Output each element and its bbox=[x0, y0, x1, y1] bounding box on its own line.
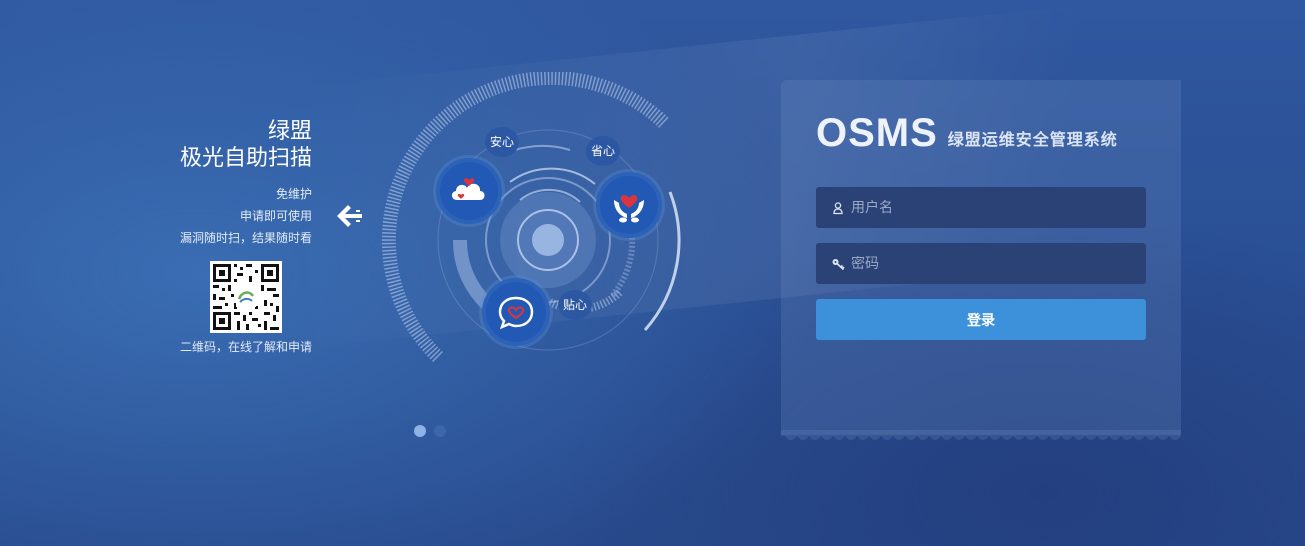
carousel-indicators bbox=[414, 425, 454, 439]
tag-anxin: 安心 bbox=[485, 127, 519, 157]
chat-heart-icon bbox=[498, 296, 534, 330]
user-icon bbox=[833, 201, 843, 214]
login-button[interactable]: 登录 bbox=[816, 299, 1146, 340]
qr-code bbox=[210, 261, 282, 333]
brand-subtitle: 绿盟运维安全管理系统 bbox=[947, 130, 1118, 149]
password-input[interactable] bbox=[851, 255, 1146, 272]
cloud-heart-badge bbox=[436, 158, 502, 224]
hands-heart-badge bbox=[596, 172, 662, 238]
chat-heart-badge bbox=[482, 278, 550, 346]
carousel-dot[interactable] bbox=[434, 425, 446, 437]
brand-header: OSMS 绿盟运维安全管理系统 bbox=[816, 110, 1118, 156]
promo-title-line2: 极光自助扫描 bbox=[179, 146, 312, 171]
cloud-heart-icon bbox=[451, 178, 485, 200]
hands-heart-icon bbox=[614, 195, 644, 223]
feature-item: 申请即可使用 bbox=[239, 209, 312, 223]
promo-features: 免维护 申请即可使用 漏洞随时扫，结果随时看 bbox=[140, 183, 312, 249]
promo-panel: 绿盟 极光自助扫描 免维护 申请即可使用 漏洞随时扫，结果随时看 二维码，在线了… bbox=[140, 118, 312, 355]
tag-tiexin: 贴心 bbox=[558, 290, 592, 320]
tag-shengxin: 省心 bbox=[586, 136, 620, 166]
brand-logo: OSMS bbox=[816, 111, 938, 155]
arrow-left-icon bbox=[337, 205, 362, 227]
service-illustration: 安心 省心 贴心 bbox=[380, 72, 700, 372]
carousel-dot-active[interactable] bbox=[414, 425, 426, 437]
login-card-wave-edge bbox=[781, 430, 1181, 440]
username-field[interactable] bbox=[816, 187, 1146, 228]
key-icon bbox=[832, 258, 845, 270]
password-field[interactable] bbox=[816, 243, 1146, 284]
feature-item: 漏洞随时扫，结果随时看 bbox=[179, 231, 312, 245]
qr-caption: 二维码，在线了解和申请 bbox=[179, 340, 312, 354]
promo-title-line1: 绿盟 bbox=[267, 119, 312, 144]
feature-item: 免维护 bbox=[275, 187, 312, 201]
username-input[interactable] bbox=[851, 199, 1146, 216]
